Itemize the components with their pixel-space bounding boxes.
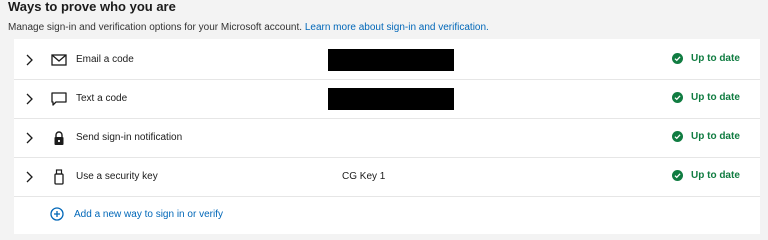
- envelope-icon: [51, 54, 67, 66]
- checkmark-circle-icon: [672, 92, 683, 103]
- learn-more-link[interactable]: Learn more about sign-in and verificatio…: [305, 22, 489, 33]
- checkmark-circle-icon: [672, 131, 683, 142]
- status-text: Up to date: [691, 53, 740, 64]
- method-label: Use a security key: [76, 171, 158, 182]
- chat-bubble-icon: [51, 92, 67, 106]
- method-row-text[interactable]: Text a code Up to date: [14, 80, 760, 119]
- status-badge: Up to date: [672, 92, 740, 103]
- add-method-label: Add a new way to sign in or verify: [74, 208, 223, 220]
- method-row-security-key[interactable]: Use a security key CG Key 1 Up to date: [14, 158, 760, 197]
- method-row-email[interactable]: Email a code Up to date: [14, 41, 760, 80]
- add-method-button[interactable]: Add a new way to sign in or verify: [50, 207, 223, 221]
- method-label: Send sign-in notification: [76, 132, 183, 143]
- chevron-right-icon[interactable]: [22, 170, 36, 184]
- method-row-notification[interactable]: Send sign-in notification Up to date: [14, 119, 760, 158]
- status-badge: Up to date: [672, 53, 740, 64]
- method-label: Email a code: [76, 54, 134, 65]
- method-value: CG Key 1: [342, 171, 386, 182]
- page-title: Ways to prove who you are: [8, 0, 176, 14]
- status-text: Up to date: [691, 170, 740, 181]
- lock-icon: [54, 131, 64, 145]
- method-label: Text a code: [76, 93, 128, 104]
- section-description: Manage sign-in and verification options …: [8, 22, 489, 33]
- checkmark-circle-icon: [672, 170, 683, 181]
- description-text: Manage sign-in and verification options …: [8, 22, 303, 33]
- status-text: Up to date: [691, 131, 740, 142]
- redacted-value: [328, 88, 454, 110]
- plus-circle-icon: [50, 207, 64, 221]
- status-badge: Up to date: [672, 131, 740, 142]
- usb-key-icon: [54, 169, 64, 185]
- redacted-value: [328, 49, 454, 71]
- chevron-right-icon[interactable]: [22, 53, 36, 67]
- chevron-right-icon[interactable]: [22, 131, 36, 145]
- chevron-right-icon[interactable]: [22, 92, 36, 106]
- checkmark-circle-icon: [672, 53, 683, 64]
- verification-methods-card: Email a code Up to date Text a code Up t…: [14, 39, 760, 234]
- status-badge: Up to date: [672, 170, 740, 181]
- status-text: Up to date: [691, 92, 740, 103]
